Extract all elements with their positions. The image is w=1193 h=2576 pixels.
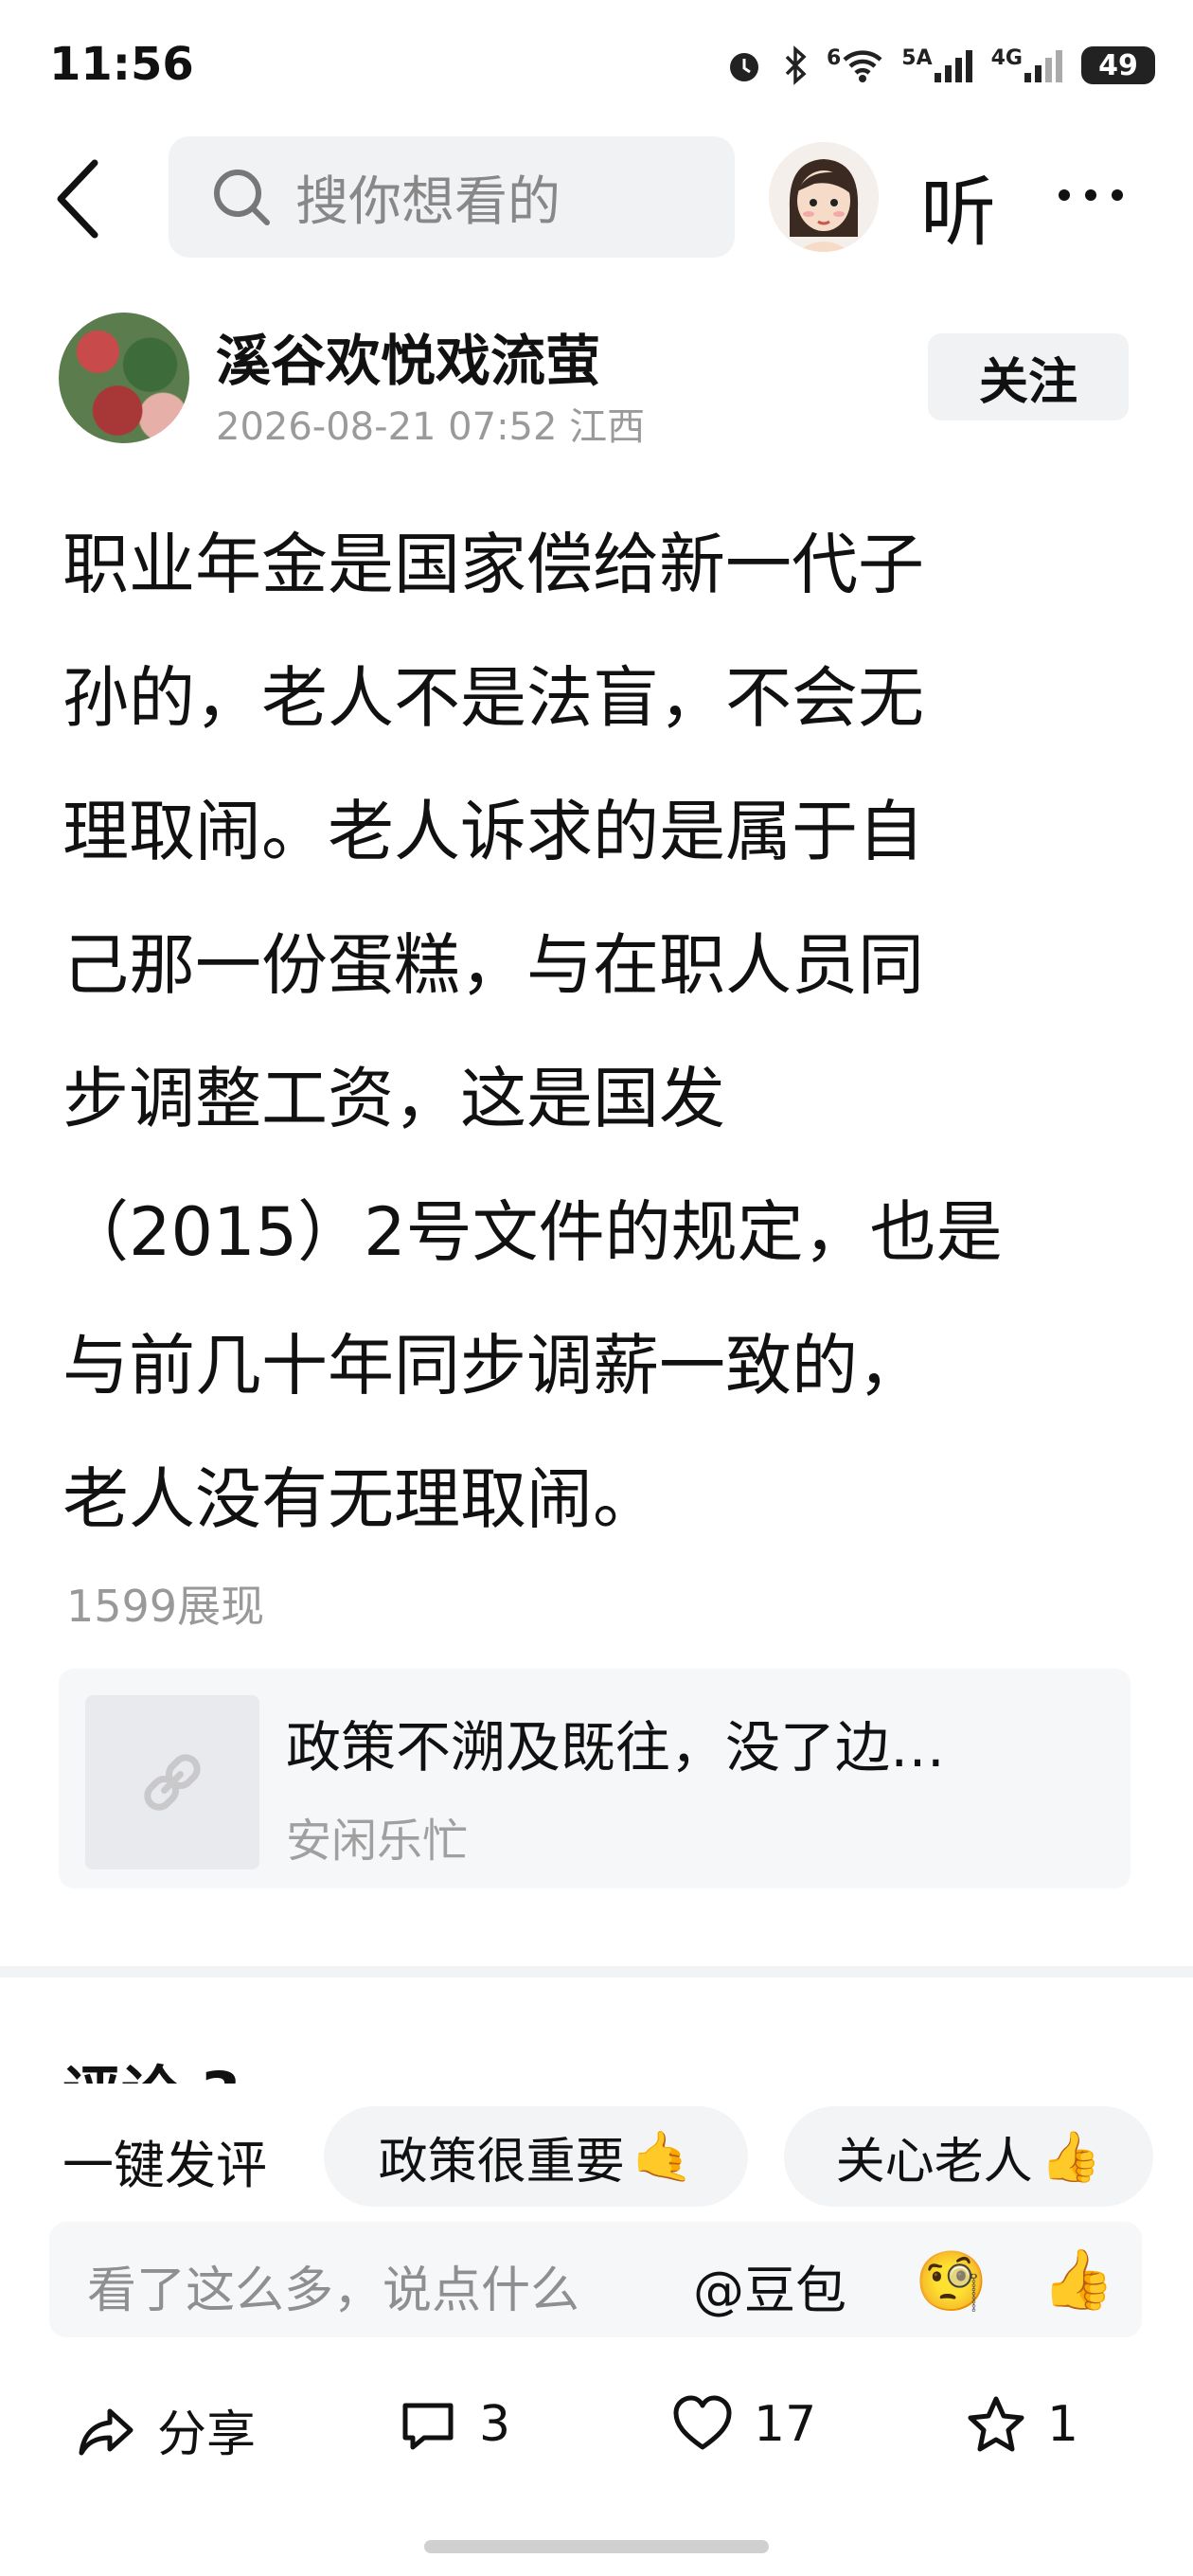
comment-placeholder: 看了这么多，说点什么 [87,2263,580,2319]
linked-article-card[interactable]: 政策不溯及既往，没了边… 安闲乐忙 [59,1669,1131,1888]
home-indicator[interactable] [424,2540,769,2553]
post-body-line: 与前几十年同步调薪一致的， [62,1327,924,1404]
search-icon [214,170,270,225]
emoji-thinking-button[interactable]: 🧐 [915,2246,988,2317]
section-divider [0,1966,1193,1977]
more-dot [1085,189,1096,201]
sim1-label: 5A [901,46,933,70]
wifi-label: 6 [826,46,842,70]
status-time: 11:56 [49,38,194,91]
author-avatar[interactable] [59,313,189,443]
favorite-button[interactable]: 1 [966,2394,1078,2455]
sim2-label: 4G [990,46,1023,70]
assistant-avatar[interactable] [769,142,879,252]
search-input[interactable]: 搜你想看的 [169,136,735,258]
favorite-count: 1 [1047,2396,1079,2453]
post-body-line: 老人没有无理取闹。 [62,1460,659,1538]
chip-emoji: 👍 [1040,2128,1102,2186]
post-body-line: 理取闹。老人诉求的是属于自 [62,793,924,870]
link-title: 政策不溯及既往，没了边… [286,1715,946,1780]
signal-icon-sim2: 4G [991,46,1064,84]
view-count: 1599展现 [66,1581,265,1632]
post-body-line: 步调整工资，这是国发 [62,1060,725,1137]
share-button[interactable]: 分享 [76,2394,256,2465]
share-icon [79,2408,134,2455]
post-meta: 2026-08-21 07:52 江西 [216,405,646,449]
comment-input[interactable]: 看了这么多，说点什么 @豆包 🧐 👍 [49,2222,1142,2337]
chip-text: 政策很重要 [378,2133,625,2191]
back-arrow-icon[interactable] [49,152,106,246]
more-dot [1059,189,1070,201]
quick-comment-chip[interactable]: 关心老人 👍 [784,2106,1153,2207]
comments-title: 评论 3 [62,2046,241,2084]
mention-doubao-button[interactable]: @豆包 [693,2248,846,2323]
chip-emoji: 🤙 [632,2128,694,2186]
post-body-line: 己那一份蛋糕，与在职人员同 [62,926,924,1004]
post-body-line: （2015）2号文件的规定，也是 [62,1193,1003,1271]
post-body-line: 孙的，老人不是法盲，不会无 [62,659,924,737]
share-label: 分享 [157,2406,257,2463]
heart-icon [673,2395,732,2450]
comment-count: 3 [479,2396,511,2453]
wifi-icon: 6 [827,46,884,84]
star-icon [968,2396,1024,2452]
more-dot [1112,189,1123,201]
alarm-icon [729,53,758,81]
post-body: 职业年金是国家偿给新一代子 孙的，老人不是法盲，不会无 理取闹。老人诉求的是属于… [62,498,1142,1566]
more-options-icon[interactable] [1059,189,1123,201]
bluetooth-icon [785,45,807,85]
link-source: 安闲乐忙 [286,1815,469,1868]
quick-comment-row: 一键发评 政策很重要 🤙 关心老人 👍 [0,2106,1193,2210]
like-button[interactable]: 17 [672,2394,816,2455]
comments-header: 评论 3 [62,2042,631,2084]
girl-avatar-icon [769,142,879,252]
listen-button[interactable]: 听 [920,152,996,261]
post-body-line: 职业年金是国家偿给新一代子 [62,526,924,603]
bottom-action-bar: 分享 3 17 1 [0,2368,1193,2481]
emoji-thumbs-up-button[interactable]: 👍 [1042,2245,1114,2315]
link-thumbnail [85,1695,259,1869]
signal-icon-sim1: 5A [901,46,973,84]
follow-button[interactable]: 关注 [928,333,1129,420]
status-icons: 6 5A 4G 49 [724,42,1155,89]
quick-comment-chip[interactable]: 政策很重要 🤙 [324,2106,748,2207]
like-count: 17 [754,2396,817,2453]
comment-button[interactable]: 3 [398,2394,510,2455]
comment-icon [402,2403,454,2450]
chip-text: 关心老人 [835,2133,1033,2191]
author-name[interactable]: 溪谷欢悦戏流萤 [216,316,600,396]
link-icon [144,1754,201,1811]
quick-comment-label: 一键发评 [62,2136,267,2195]
search-placeholder: 搜你想看的 [295,170,561,233]
battery-indicator: 49 [1081,46,1155,84]
